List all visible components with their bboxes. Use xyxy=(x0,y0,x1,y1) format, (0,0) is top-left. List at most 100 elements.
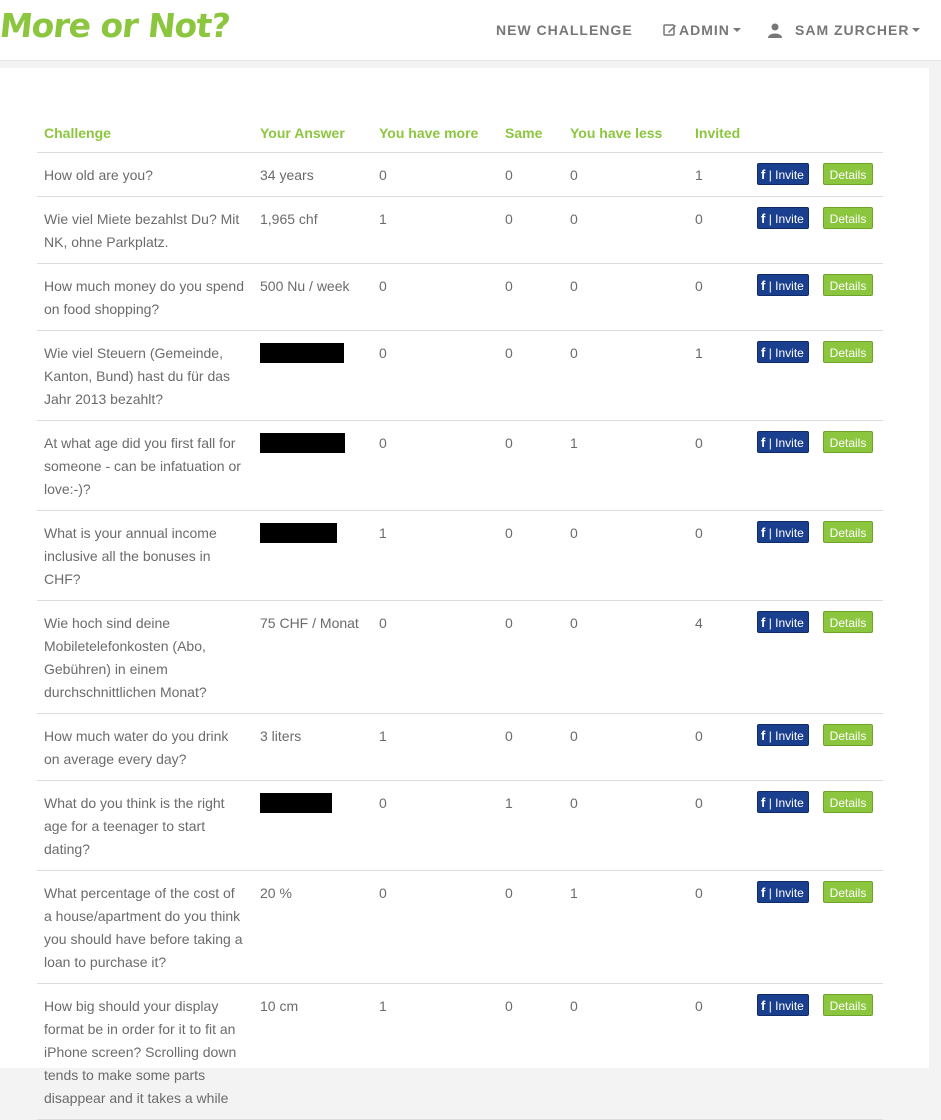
challenge-cell: Wie hoch sind deine Mobiletelefonkosten … xyxy=(37,600,251,714)
nav-new-challenge[interactable]: NEW CHALLENGE xyxy=(496,22,633,38)
redacted-answer xyxy=(260,343,344,363)
nav-admin-label: ADMIN xyxy=(679,22,730,38)
redacted-answer xyxy=(260,793,332,813)
facebook-invite-button[interactable]: f | Invite xyxy=(757,341,809,363)
challenge-cell: How much water do you drink on average e… xyxy=(37,713,251,781)
details-button[interactable]: Details xyxy=(823,341,873,363)
less-count-cell: 0 xyxy=(563,983,688,1120)
answer-cell: 20 % xyxy=(251,870,372,984)
nav-user-dropdown[interactable]: SAM ZURCHER xyxy=(768,22,921,38)
table-row: How much money do you spend on food shop… xyxy=(37,263,883,331)
same-count-cell: 0 xyxy=(498,600,563,714)
content-panel: Challenge Your Answer You have more Same… xyxy=(0,68,929,1120)
more-count-cell: 0 xyxy=(372,780,498,871)
facebook-icon: f xyxy=(761,435,766,450)
challenge-cell: How big should your display format be in… xyxy=(37,983,251,1120)
details-button[interactable]: Details xyxy=(823,881,873,903)
facebook-icon: f xyxy=(761,525,766,540)
same-count-cell: 0 xyxy=(498,196,563,264)
facebook-icon: f xyxy=(761,211,766,226)
answer-cell: 1,965 chf xyxy=(251,196,372,264)
challenge-cell: What percentage of the cost of a house/a… xyxy=(37,870,251,984)
table-row: What is your annual income inclusive all… xyxy=(37,510,883,601)
invited-count-cell: 1 xyxy=(688,152,750,197)
invited-count-cell: 1 xyxy=(688,330,750,421)
chevron-down-icon xyxy=(732,28,741,32)
user-icon xyxy=(768,23,782,38)
redacted-answer xyxy=(260,523,337,543)
challenges-table: Challenge Your Answer You have more Same… xyxy=(37,122,883,1120)
answer-cell xyxy=(251,330,372,421)
header-challenge: Challenge xyxy=(37,122,251,153)
facebook-invite-button[interactable]: f | Invite xyxy=(757,724,809,746)
answer-cell: 3 liters xyxy=(251,713,372,781)
invite-label: | Invite xyxy=(768,999,804,1013)
table-row: What do you think is the right age for a… xyxy=(37,780,883,871)
more-count-cell: 0 xyxy=(372,600,498,714)
table-row: Wie viel Miete bezahlst Du? Mit NK, ohne… xyxy=(37,196,883,264)
facebook-invite-button[interactable]: f | Invite xyxy=(757,791,809,813)
less-count-cell: 0 xyxy=(563,780,688,871)
less-count-cell: 0 xyxy=(563,510,688,601)
details-button[interactable]: Details xyxy=(823,611,873,633)
actions-cell: f | Invite Details xyxy=(750,713,883,781)
header-your-answer: Your Answer xyxy=(251,122,372,153)
invite-label: | Invite xyxy=(768,168,804,182)
nav-admin-dropdown[interactable]: ADMIN xyxy=(663,22,741,38)
details-button[interactable]: Details xyxy=(823,994,873,1016)
brand-logo[interactable]: More or Not? xyxy=(0,6,231,45)
table-row: Wie viel Steuern (Gemeinde, Kanton, Bund… xyxy=(37,330,883,421)
invite-label: | Invite xyxy=(768,526,804,540)
actions-cell: f | Invite Details xyxy=(750,780,883,871)
details-button[interactable]: Details xyxy=(823,163,873,185)
details-button[interactable]: Details xyxy=(823,791,873,813)
table-row: How old are you? 34 years 0 0 0 1 f | Invite De… xyxy=(37,152,883,197)
facebook-invite-button[interactable]: f | Invite xyxy=(757,611,809,633)
answer-cell xyxy=(251,510,372,601)
invited-count-cell: 0 xyxy=(688,420,750,511)
facebook-icon: f xyxy=(761,998,766,1013)
facebook-invite-button[interactable]: f | Invite xyxy=(757,881,809,903)
less-count-cell: 0 xyxy=(563,152,688,197)
facebook-invite-button[interactable]: f | Invite xyxy=(757,521,809,543)
facebook-invite-button[interactable]: f | Invite xyxy=(757,431,809,453)
details-button[interactable]: Details xyxy=(823,724,873,746)
edit-icon xyxy=(663,24,676,36)
more-count-cell: 0 xyxy=(372,263,498,331)
facebook-invite-button[interactable]: f | Invite xyxy=(757,163,809,185)
facebook-icon: f xyxy=(761,885,766,900)
invited-count-cell: 4 xyxy=(688,600,750,714)
invited-count-cell: 0 xyxy=(688,870,750,984)
invited-count-cell: 0 xyxy=(688,780,750,871)
facebook-icon: f xyxy=(761,278,766,293)
more-count-cell: 1 xyxy=(372,510,498,601)
actions-cell: f | Invite Details xyxy=(750,263,883,331)
more-count-cell: 1 xyxy=(372,983,498,1120)
actions-cell: f | Invite Details xyxy=(750,420,883,511)
challenge-cell: How much money do you spend on food shop… xyxy=(37,263,251,331)
details-button[interactable]: Details xyxy=(823,431,873,453)
table-header-row: Challenge Your Answer You have more Same… xyxy=(37,122,883,153)
table-row: What percentage of the cost of a house/a… xyxy=(37,870,883,984)
details-button[interactable]: Details xyxy=(823,274,873,296)
same-count-cell: 0 xyxy=(498,263,563,331)
table-row: Wie hoch sind deine Mobiletelefonkosten … xyxy=(37,600,883,714)
facebook-invite-button[interactable]: f | Invite xyxy=(757,274,809,296)
invite-label: | Invite xyxy=(768,436,804,450)
same-count-cell: 1 xyxy=(498,780,563,871)
challenge-cell: At what age did you first fall for someo… xyxy=(37,420,251,511)
answer-cell xyxy=(251,420,372,511)
facebook-icon: f xyxy=(761,728,766,743)
more-count-cell: 0 xyxy=(372,330,498,421)
details-button[interactable]: Details xyxy=(823,207,873,229)
header-same: Same xyxy=(498,122,563,153)
challenge-cell: What do you think is the right age for a… xyxy=(37,780,251,871)
challenge-cell: How old are you? xyxy=(37,152,251,197)
actions-cell: f | Invite Details xyxy=(750,330,883,421)
actions-cell: f | Invite Details xyxy=(750,983,883,1120)
facebook-invite-button[interactable]: f | Invite xyxy=(757,207,809,229)
same-count-cell: 0 xyxy=(498,870,563,984)
table-row: How big should your display format be in… xyxy=(37,983,883,1120)
details-button[interactable]: Details xyxy=(823,521,873,543)
facebook-invite-button[interactable]: f | Invite xyxy=(757,994,809,1016)
